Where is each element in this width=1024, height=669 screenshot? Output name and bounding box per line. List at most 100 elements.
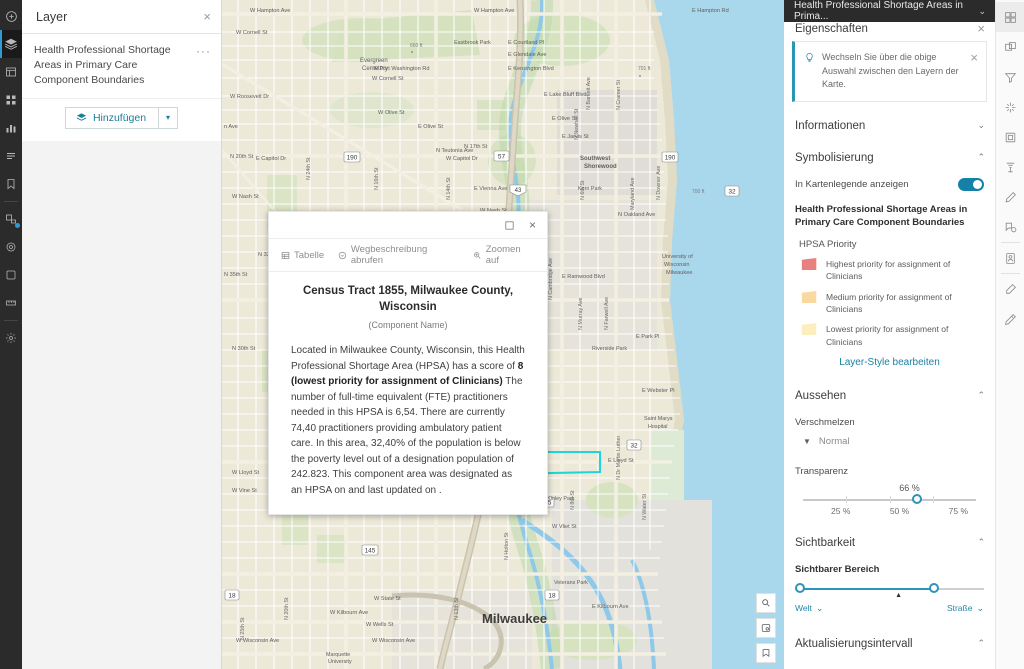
svg-text:E Park Pl: E Park Pl: [636, 334, 659, 340]
visible-range-min-handle[interactable]: [795, 582, 805, 593]
svg-text:N 30th St: N 30th St: [232, 346, 256, 352]
legend-item-label: Lowest priority for assignment of Clinic…: [826, 324, 949, 347]
close-icon[interactable]: ×: [970, 51, 978, 64]
visible-range-max-select[interactable]: Straße ⌄: [947, 603, 984, 614]
current-scale-marker: ▲: [895, 591, 903, 599]
overflow-menu-icon[interactable]: ···: [196, 43, 211, 57]
rail-divider-2: [4, 320, 18, 321]
legend-item: Lowest priority for assignment of Clinic…: [801, 322, 984, 348]
svg-text:W Vine St: W Vine St: [232, 488, 257, 494]
edit-icon[interactable]: [996, 274, 1024, 304]
table-icon: [281, 251, 290, 259]
measure-tool-icon[interactable]: [996, 304, 1024, 334]
legend-container: Health Professional Shortage Areas in Pr…: [784, 199, 995, 380]
section-symbolization[interactable]: Symbolisierung ⌃: [784, 141, 995, 174]
transparency-handle[interactable]: [911, 493, 922, 504]
clustering-icon[interactable]: [996, 152, 1024, 182]
svg-text:Marquette: Marquette: [326, 652, 350, 658]
transparency-track[interactable]: [803, 493, 976, 504]
bookmark-icon[interactable]: [0, 170, 22, 198]
basemap-icon[interactable]: [0, 86, 22, 114]
chevron-down-icon: ⌄: [977, 120, 985, 130]
popup-table-action[interactable]: Tabelle: [281, 250, 324, 261]
directions-icon: [338, 251, 347, 259]
expand-icon[interactable]: [504, 220, 515, 231]
svg-text:N 8th St: N 8th St: [570, 490, 576, 510]
close-icon[interactable]: ×: [203, 10, 211, 23]
popup-config-icon[interactable]: [996, 212, 1024, 242]
close-icon[interactable]: ×: [529, 218, 536, 232]
show-in-legend-toggle[interactable]: [958, 177, 984, 191]
svg-text:N Downer Ave: N Downer Ave: [656, 166, 662, 200]
layer-selector-label: Health Professional Shortage Areas in Pr…: [794, 0, 963, 22]
add-layer-caret-icon[interactable]: ▾: [158, 106, 179, 129]
blend-value: Normal: [818, 435, 850, 447]
refresh-title: Aktualisierungsintervall: [795, 637, 913, 650]
chart-icon[interactable]: [0, 114, 22, 142]
visible-range-track[interactable]: ▲: [795, 582, 984, 599]
legend-icon[interactable]: [0, 142, 22, 170]
transparency-tick-25: 25 %: [831, 505, 851, 516]
svg-text:E Olive St: E Olive St: [418, 124, 443, 130]
list-item[interactable]: Health Professional Shortage Areas in Pr…: [22, 34, 221, 99]
styles-icon[interactable]: [996, 182, 1024, 212]
map-canvas[interactable]: 57 57 190 190 32 32 145 145 18 18 43 43 …: [222, 0, 784, 669]
svg-text:University of: University of: [662, 254, 693, 260]
svg-text:Shorewood: Shorewood: [584, 164, 617, 170]
section-appearance[interactable]: Aussehen ⌃: [784, 379, 995, 412]
popup-directions-action[interactable]: Wegbeschreibung abrufen: [338, 244, 459, 266]
transparency-tick-50: 50 %: [889, 505, 910, 516]
forms-icon[interactable]: [996, 243, 1024, 273]
popup-zoomto-action[interactable]: Zoomen auf: [473, 244, 535, 266]
layers-icon[interactable]: [0, 30, 22, 58]
properties-panel: Health Professional Shortage Areas in Pr…: [784, 0, 995, 669]
close-icon[interactable]: ×: [977, 22, 985, 35]
layer-item-label: Health Professional Shortage Areas in Pr…: [34, 44, 171, 87]
svg-text:18: 18: [228, 593, 236, 600]
compare-icon[interactable]: [996, 32, 1024, 62]
app-root: Layer × Health Professional Shortage Are…: [0, 0, 1024, 669]
effects-icon[interactable]: [996, 92, 1024, 122]
settings-icon[interactable]: [0, 324, 22, 352]
analysis-icon[interactable]: [0, 205, 22, 233]
zoom-to-icon: [474, 251, 481, 259]
bookmark-icon: [762, 649, 770, 658]
svg-text:W Wells St: W Wells St: [366, 622, 394, 628]
visible-range-max-handle[interactable]: [929, 582, 940, 593]
labels-icon[interactable]: [996, 122, 1024, 152]
chevron-down-icon: ⌄: [815, 602, 824, 613]
properties-header: Eigenschaften ×: [784, 22, 995, 35]
search-map-button[interactable]: [756, 593, 776, 613]
measure-icon[interactable]: [0, 289, 22, 317]
visible-range-min-select[interactable]: Welt ⌄: [795, 603, 823, 614]
section-refresh-interval[interactable]: Aktualisierungsintervall ⌃: [784, 627, 995, 660]
transparency-label-row: Transparenz: [784, 450, 995, 479]
visible-range-labels: Welt ⌄ Straße ⌄: [795, 603, 984, 614]
bookmark-map-button[interactable]: [756, 643, 776, 663]
basemap-button[interactable]: [756, 618, 776, 638]
filter-icon[interactable]: [996, 62, 1024, 92]
map-layers-icon[interactable]: [995, 2, 1024, 32]
section-visibility[interactable]: Sichtbarkeit ⌃: [784, 526, 995, 559]
popup-body: Census Tract 1855, Milwaukee County, Wis…: [269, 272, 547, 514]
table-icon[interactable]: [0, 58, 22, 86]
svg-text:University: University: [328, 659, 352, 665]
transparency-slider-wrap: 66 % 25 % 50 % 75 %: [784, 478, 995, 527]
svg-text:W Hampton Ave: W Hampton Ave: [250, 8, 290, 14]
print-icon[interactable]: [0, 233, 22, 261]
svg-text:N 35th St: N 35th St: [224, 272, 248, 278]
legend-swatch-lowest: [801, 323, 817, 336]
transparency-scale: 25 % 50 % 75 %: [803, 506, 976, 516]
blend-select[interactable]: ▼ Normal: [784, 429, 995, 451]
svg-text:Veterans Park: Veterans Park: [554, 580, 588, 586]
edit-layer-style-link[interactable]: Layer-Style bearbeiten: [795, 357, 984, 368]
section-information[interactable]: Informationen ⌄: [784, 109, 995, 142]
svg-text:18: 18: [548, 593, 556, 600]
svg-text:N Dr Martin Luther: N Dr Martin Luther: [616, 435, 622, 480]
add-content-icon[interactable]: [0, 2, 22, 30]
svg-text:32: 32: [728, 189, 736, 196]
add-layer-button[interactable]: Hinzufügen: [64, 106, 159, 129]
layer-selector[interactable]: Health Professional Shortage Areas in Pr…: [784, 0, 995, 22]
symbolization-title: Symbolisierung: [795, 151, 874, 164]
share-icon[interactable]: [0, 261, 22, 289]
